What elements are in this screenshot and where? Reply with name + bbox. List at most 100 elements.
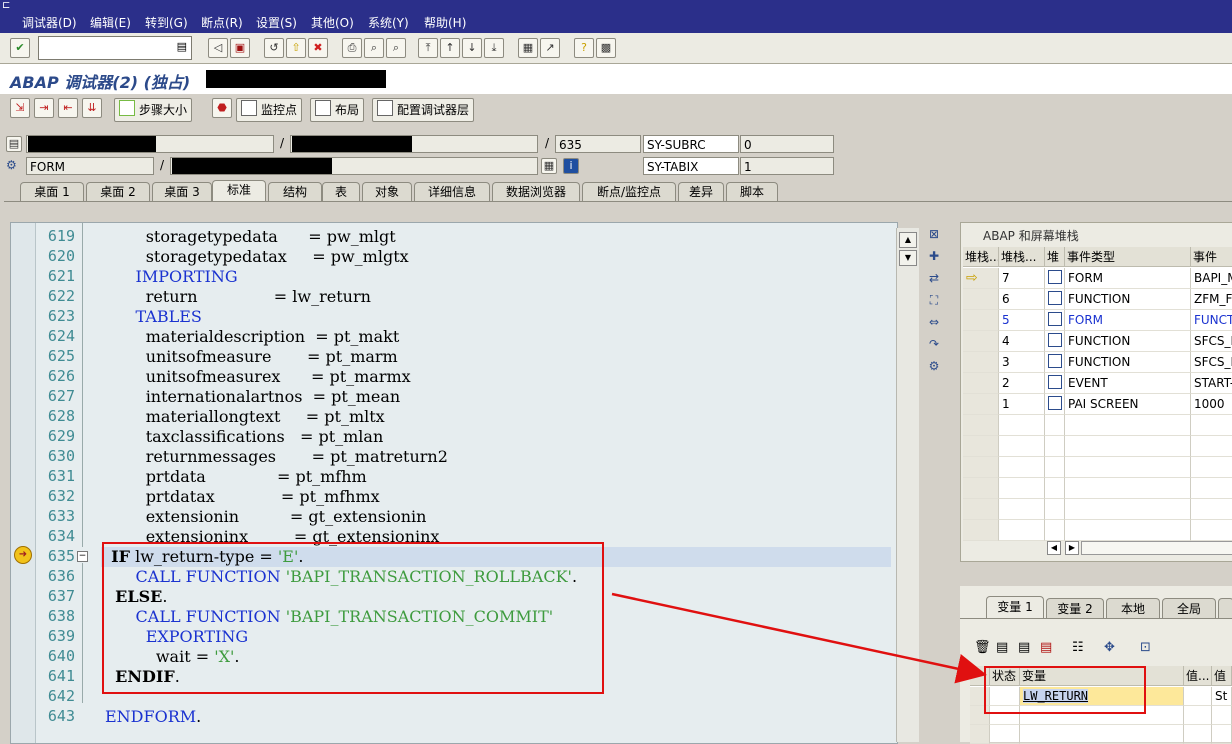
tab-desktop-2[interactable]: 桌面 2	[86, 182, 150, 202]
stop-icon[interactable]: ⬣	[212, 98, 232, 118]
execute-step-icon[interactable]: ⇥	[34, 98, 54, 118]
stack-event-type[interactable]: PAI SCREEN	[1065, 394, 1191, 415]
current-stack-arrow-icon[interactable]: ⇨	[963, 268, 999, 289]
variables-column-header[interactable]: 值	[1212, 666, 1232, 686]
stack-horizontal-scrollbar[interactable]	[1081, 541, 1232, 555]
tab-locals[interactable]: 本地	[1106, 598, 1160, 619]
stack-cell[interactable]	[963, 310, 999, 331]
back-icon[interactable]: ↺	[264, 38, 284, 58]
new-tool-icon[interactable]: ✚	[926, 248, 942, 264]
return-icon[interactable]: ⇤	[58, 98, 78, 118]
first-page-icon[interactable]: ⤒	[418, 38, 438, 58]
stack-event-type[interactable]: FUNCTION	[1065, 289, 1191, 310]
tab-variables-1[interactable]: 变量 1	[986, 596, 1044, 619]
command-field[interactable]: ▤	[38, 36, 192, 60]
tab-diff[interactable]: 差异	[678, 182, 724, 202]
stack-event[interactable]: BAPI_M	[1191, 268, 1232, 289]
stack-column-header[interactable]: 堆栈...	[963, 247, 999, 267]
stack-column-header[interactable]: 事件	[1191, 247, 1232, 267]
next-page-icon[interactable]: ↓	[462, 38, 482, 58]
layout-button[interactable]: 布局	[310, 98, 365, 122]
scroll-left-button[interactable]: ◀	[1047, 541, 1061, 555]
menu-settings[interactable]: 设置(S)	[256, 14, 297, 31]
stack-level[interactable]: 7	[999, 268, 1045, 289]
stack-cell[interactable]	[963, 331, 999, 352]
tab-objects[interactable]: 对象	[362, 182, 412, 202]
navigate-icon[interactable]: ▦	[541, 158, 557, 174]
tab-structures[interactable]: 结构	[268, 182, 322, 202]
stack-level[interactable]: 3	[999, 352, 1045, 373]
fold-toggle[interactable]: −	[77, 551, 88, 562]
enter-check-icon[interactable]: ✔	[10, 38, 30, 58]
system-menu-icon[interactable]: ⊏	[2, 0, 16, 12]
services-icon[interactable]: ⚙	[926, 358, 942, 374]
stack-event-type[interactable]: FORM	[1065, 310, 1191, 331]
layout-menu-icon[interactable]: ▩	[596, 38, 616, 58]
load-variables-icon[interactable]: ▤	[1018, 640, 1034, 656]
stack-level[interactable]: 1	[999, 394, 1045, 415]
structure-icon[interactable]: ☷	[1072, 640, 1088, 656]
exit-icon[interactable]: ⇧	[286, 38, 306, 58]
variables-cell[interactable]	[1020, 725, 1184, 744]
menu-edit[interactable]: 编辑(E)	[90, 14, 131, 31]
scroll-down-button[interactable]: ▼	[899, 250, 917, 266]
command-history-icon[interactable]: ▤	[177, 40, 187, 53]
stack-event-type[interactable]: FUNCTION	[1065, 352, 1191, 373]
stack-icon-cell[interactable]	[1045, 394, 1065, 415]
stack-level[interactable]: 6	[999, 289, 1045, 310]
scroll-right-button[interactable]: ▶	[1065, 541, 1079, 555]
stack-cell[interactable]	[963, 352, 999, 373]
filter-variables-icon[interactable]: ⊡	[1140, 640, 1156, 656]
stack-column-header[interactable]: 事件类型	[1065, 247, 1191, 267]
stack-event[interactable]: START-	[1191, 373, 1232, 394]
tab-globals[interactable]: 全局	[1162, 598, 1216, 619]
find-icon[interactable]: ⌕	[364, 38, 384, 58]
swap-icon[interactable]: ↷	[926, 336, 942, 352]
configure-layers-button[interactable]: 配置调试器层	[372, 98, 475, 122]
stack-table[interactable]: 堆栈...堆栈...堆事件类型事件⇨7FORMBAPI_M6FUNCTIONZF…	[963, 247, 1232, 541]
stack-level[interactable]: 5	[999, 310, 1045, 331]
menu-goto[interactable]: 转到(G)	[145, 14, 188, 31]
variables-cell[interactable]	[990, 725, 1020, 744]
stack-column-header[interactable]: 堆栈...	[999, 247, 1045, 267]
stack-event-type[interactable]: FUNCTION	[1065, 331, 1191, 352]
tab-details[interactable]: 详细信息	[414, 182, 490, 202]
stack-icon-cell[interactable]	[1045, 373, 1065, 394]
stack-cell[interactable]	[963, 394, 999, 415]
save-variables-icon[interactable]: ▤	[996, 640, 1012, 656]
find-next-icon[interactable]: ⌕	[386, 38, 406, 58]
cancel-icon[interactable]: ✖	[308, 38, 328, 58]
stack-event[interactable]: ZFM_FI_	[1191, 289, 1232, 310]
variables-cell[interactable]	[1184, 725, 1212, 744]
stack-event[interactable]: SFCS_F	[1191, 331, 1232, 352]
menu-other[interactable]: 其他(O)	[311, 14, 354, 31]
stack-icon-cell[interactable]	[1045, 352, 1065, 373]
variables-cell[interactable]	[1184, 706, 1212, 725]
resize-icon[interactable]: ⇔	[926, 314, 942, 330]
help-icon[interactable]: ?	[574, 38, 594, 58]
stack-level[interactable]: 2	[999, 373, 1045, 394]
variables-column-header[interactable]: 值...	[1184, 666, 1212, 686]
stack-event[interactable]: SFCS_F	[1191, 352, 1232, 373]
stack-icon-cell[interactable]	[1045, 331, 1065, 352]
stack-cell[interactable]	[963, 373, 999, 394]
back-small-icon[interactable]: ◁	[208, 38, 228, 58]
continue-icon[interactable]: ⇊	[82, 98, 102, 118]
navigate-variables-icon[interactable]: ✥	[1104, 640, 1120, 656]
menu-system[interactable]: 系统(Y)	[368, 14, 409, 31]
scroll-up-button[interactable]: ▲	[899, 232, 917, 248]
delete-icon[interactable]: 🗑	[974, 640, 991, 656]
code-vertical-scrollbar[interactable]: ▲ ▼	[896, 228, 919, 742]
stack-level[interactable]: 4	[999, 331, 1045, 352]
tab-desktop-1[interactable]: 桌面 1	[20, 182, 84, 202]
stack-event-type[interactable]: EVENT	[1065, 373, 1191, 394]
stack-icon-cell[interactable]	[1045, 268, 1065, 289]
stack-icon-cell[interactable]	[1045, 310, 1065, 331]
print-icon[interactable]: ⎙	[342, 38, 362, 58]
stack-event[interactable]: FUNCTI	[1191, 310, 1232, 331]
stack-event-type[interactable]: FORM	[1065, 268, 1191, 289]
stack-column-header[interactable]: 堆	[1045, 247, 1065, 267]
menu-debugger[interactable]: 调试器(D)	[22, 14, 77, 31]
shortcut-icon[interactable]: ↗	[540, 38, 560, 58]
stack-event[interactable]: 1000	[1191, 394, 1232, 415]
